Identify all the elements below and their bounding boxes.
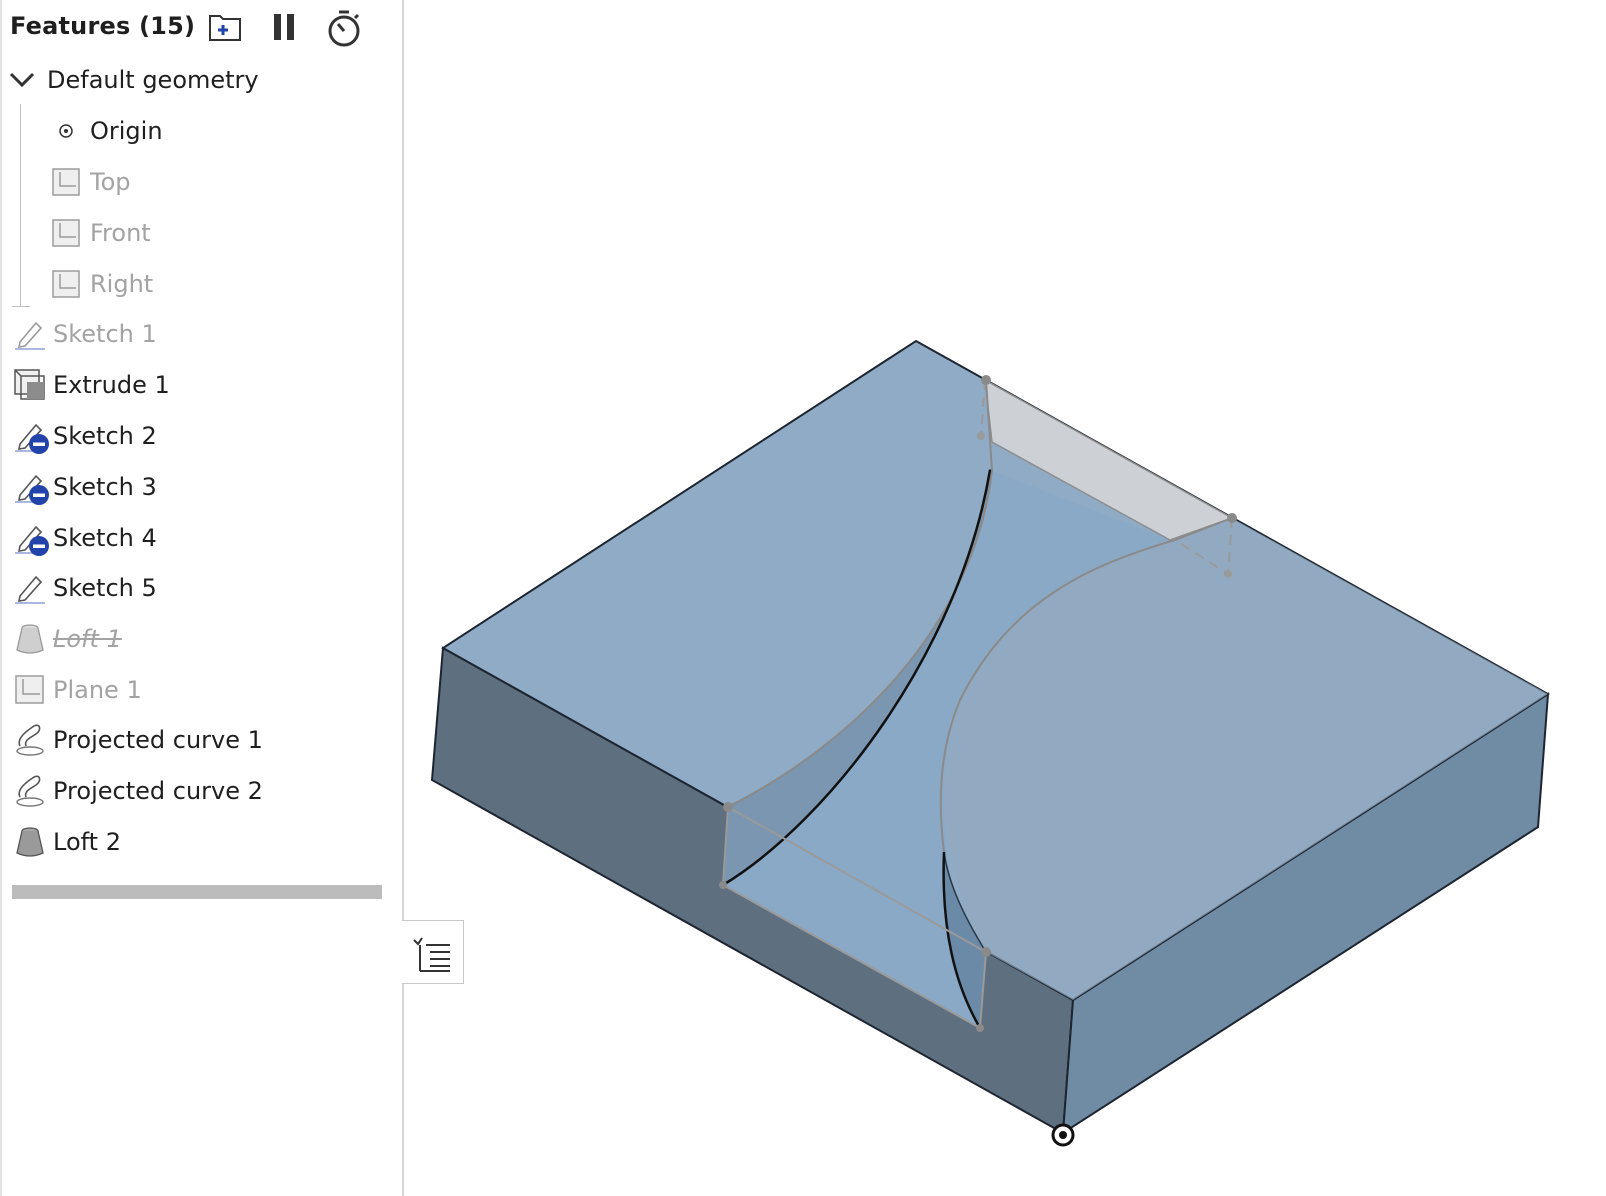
feature-label: Sketch 5 — [53, 574, 157, 602]
tree-item-label: Origin — [90, 117, 163, 145]
loft-icon — [16, 624, 44, 654]
feature-extrude-1[interactable]: Extrude 1 — [14, 365, 170, 405]
extrude-icon — [14, 369, 45, 400]
feature-label: Sketch 4 — [53, 524, 157, 552]
sketch-icon — [15, 575, 45, 604]
tree-group-label: Default geometry — [47, 66, 259, 94]
feature-list-panel: Features (15) Default geometry Origin To… — [0, 0, 404, 1196]
tree-item-front-plane[interactable]: Front — [52, 213, 151, 253]
feature-label: Projected curve 2 — [53, 777, 263, 805]
tree-item-right-plane[interactable]: Right — [52, 264, 153, 304]
feature-loft-2[interactable]: Loft 2 — [14, 822, 121, 862]
feature-projected-curve-2[interactable]: Projected curve 2 — [14, 771, 263, 811]
feature-projected-curve-1[interactable]: Projected curve 1 — [14, 720, 263, 760]
sketch-hidden-icon — [15, 474, 49, 505]
feature-label: Sketch 3 — [53, 473, 157, 501]
feature-label: Loft 2 — [53, 828, 121, 856]
feature-label: Sketch 2 — [53, 422, 157, 450]
feature-sketch-3[interactable]: Sketch 3 — [14, 467, 157, 507]
plane-icon — [15, 675, 44, 704]
add-folder-icon — [209, 15, 241, 41]
tree-item-label: Right — [90, 270, 154, 298]
feature-label: Projected curve 1 — [53, 726, 263, 754]
feature-sketch-1[interactable]: Sketch 1 — [14, 314, 157, 354]
feature-panel-header: Features (15) — [10, 8, 390, 48]
sketch-hidden-icon — [15, 423, 49, 454]
tree-guide-line — [20, 104, 21, 306]
panel-edge — [0, 0, 2, 1196]
feature-label: Extrude 1 — [53, 371, 170, 399]
vertex-point[interactable] — [1224, 570, 1232, 578]
feature-panel-title: Features (15) — [10, 12, 196, 40]
vertex-point[interactable] — [1227, 513, 1237, 523]
feature-label: Sketch 1 — [53, 320, 157, 348]
tree-guide-foot — [12, 306, 30, 307]
loft-icon — [16, 827, 44, 857]
add-folder-button[interactable] — [206, 8, 246, 48]
rollback-bar[interactable] — [12, 885, 382, 899]
origin-icon — [59, 124, 73, 138]
tree-group-default-geometry[interactable]: Default geometry — [8, 60, 259, 100]
graphics-viewport[interactable] — [404, 0, 1606, 1196]
feature-plane-1[interactable]: Plane 1 — [14, 670, 142, 710]
tree-item-label: Top — [90, 168, 131, 196]
tree-item-label: Front — [90, 219, 151, 247]
vertex-point[interactable] — [719, 881, 727, 889]
pause-rollback-button[interactable] — [266, 8, 306, 48]
tree-item-top-plane[interactable]: Top — [52, 162, 131, 202]
tree-item-origin[interactable]: Origin — [52, 111, 163, 151]
projected-curve-icon — [16, 775, 44, 807]
vertex-point[interactable] — [977, 432, 985, 440]
part-model[interactable] — [404, 0, 1606, 1196]
plane-icon — [52, 168, 80, 196]
origin-marker-icon[interactable] — [1051, 1123, 1075, 1147]
vertex-point[interactable] — [976, 1024, 984, 1032]
vertex-point[interactable] — [981, 947, 991, 957]
plane-icon — [52, 270, 80, 298]
pause-icon — [274, 14, 294, 40]
vertex-point[interactable] — [723, 802, 733, 812]
sketch-icon — [15, 321, 45, 350]
feature-label: Loft 1 — [53, 625, 122, 653]
feature-loft-1[interactable]: Loft 1 — [14, 619, 122, 659]
sketch-hidden-icon — [15, 525, 49, 556]
chevron-down-icon[interactable] — [8, 66, 36, 94]
feature-sketch-4[interactable]: Sketch 4 — [14, 518, 157, 558]
plane-icon — [52, 219, 80, 247]
stopwatch-icon — [328, 10, 360, 47]
feature-label: Plane 1 — [53, 676, 142, 704]
feature-sketch-2[interactable]: Sketch 2 — [14, 416, 157, 456]
feature-sketch-5[interactable]: Sketch 5 — [14, 568, 157, 608]
performance-timer-button[interactable] — [324, 8, 364, 48]
projected-curve-icon — [16, 724, 44, 756]
vertex-point[interactable] — [981, 375, 991, 385]
